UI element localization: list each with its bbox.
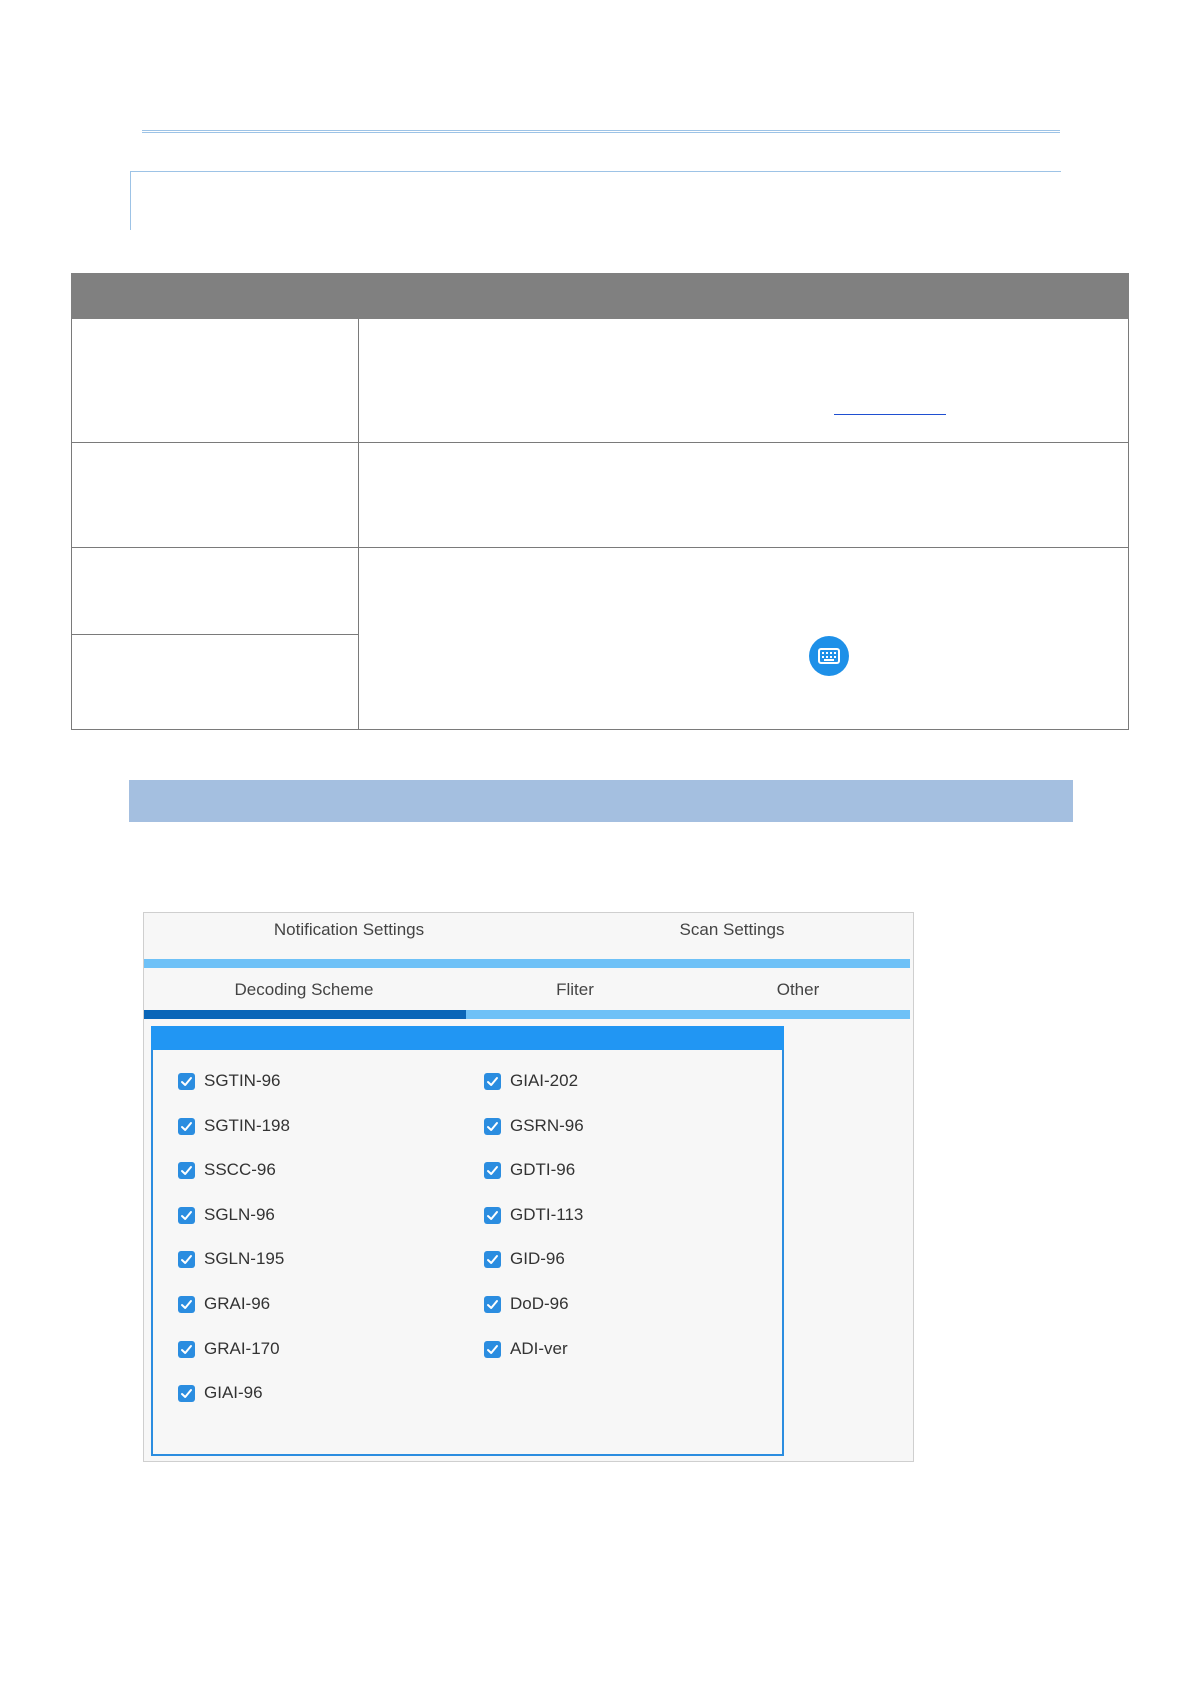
checkbox-checked-icon[interactable]: [484, 1161, 501, 1179]
scheme-label: GIAI-202: [510, 1071, 579, 1090]
checkbox-checked-icon[interactable]: [178, 1161, 195, 1179]
scheme-label: GRAI-170: [204, 1339, 280, 1358]
tab-filter[interactable]: Fliter: [464, 976, 686, 1006]
scheme-checkbox-row[interactable]: SGTIN-96: [178, 1069, 281, 1093]
tab-notification-settings[interactable]: Notification Settings: [144, 913, 554, 951]
scheme-label: SGLN-96: [204, 1205, 275, 1224]
scheme-label: GRAI-96: [204, 1294, 271, 1313]
scheme-checkbox-row[interactable]: GDTI-96: [484, 1158, 575, 1182]
table-column-divider: [358, 319, 359, 730]
checkbox-checked-icon[interactable]: [178, 1206, 195, 1224]
tab-other[interactable]: Other: [686, 976, 910, 1006]
checkbox-checked-icon[interactable]: [178, 1117, 195, 1135]
checkbox-checked-icon[interactable]: [484, 1206, 501, 1224]
scheme-checkbox-row[interactable]: GIAI-96: [178, 1381, 263, 1405]
checkbox-checked-icon[interactable]: [484, 1340, 501, 1358]
scheme-label: GDTI-96: [510, 1160, 576, 1179]
heading-box: [130, 171, 1061, 230]
spec-table: [71, 273, 1129, 730]
scheme-checkbox-row[interactable]: SSCC-96: [178, 1158, 276, 1182]
section-heading-bar: [129, 780, 1073, 822]
checkbox-checked-icon[interactable]: [178, 1384, 195, 1402]
checkbox-checked-icon[interactable]: [484, 1117, 501, 1135]
scheme-label: DoD-96: [510, 1294, 569, 1313]
table-row-divider: [72, 547, 1128, 548]
scheme-label: GID-96: [510, 1249, 565, 1268]
scheme-checkbox-row[interactable]: GSRN-96: [484, 1114, 584, 1138]
scheme-checkbox-row[interactable]: GDTI-113: [484, 1203, 583, 1227]
scheme-checkbox-row[interactable]: SGTIN-198: [178, 1114, 290, 1138]
scheme-label: GIAI-96: [204, 1383, 263, 1402]
scheme-label: SGLN-195: [204, 1249, 285, 1268]
top-tab-bar: Notification Settings Scan Settings: [144, 913, 913, 959]
scheme-checkbox-row[interactable]: SGLN-96: [178, 1203, 275, 1227]
checkbox-checked-icon[interactable]: [178, 1295, 195, 1313]
scheme-label: GDTI-113: [510, 1205, 584, 1224]
checkbox-checked-icon[interactable]: [484, 1295, 501, 1313]
app-screenshot: Notification Settings Scan Settings Deco…: [143, 912, 914, 1462]
scheme-checkbox-row[interactable]: GID-96: [484, 1247, 565, 1271]
scheme-label: ADI-ver: [510, 1339, 568, 1358]
link[interactable]: [834, 414, 946, 415]
checkbox-checked-icon[interactable]: [178, 1072, 195, 1090]
sub-tab-bar: Decoding Scheme Fliter Other: [144, 968, 913, 1010]
decoding-scheme-panel: SGTIN-96 SGTIN-198 SSCC-96 SGLN-96 SGLN-195 G…: [151, 1026, 784, 1456]
scheme-checkbox-row[interactable]: GIAI-202: [484, 1069, 578, 1093]
scheme-label: SGTIN-96: [204, 1071, 281, 1090]
active-tab-indicator: [144, 1010, 466, 1019]
panel-header: [151, 1026, 784, 1050]
scheme-checkbox-row[interactable]: GRAI-170: [178, 1337, 280, 1361]
scheme-checkbox-row[interactable]: ADI-ver: [484, 1337, 568, 1361]
keyboard-icon: [809, 636, 849, 676]
scheme-label: SSCC-96: [204, 1160, 276, 1179]
checkbox-checked-icon[interactable]: [484, 1072, 501, 1090]
page-header-rule: [142, 130, 1060, 133]
table-row-divider: [72, 442, 1128, 443]
scheme-label: GSRN-96: [510, 1116, 584, 1135]
scheme-checkbox-row[interactable]: DoD-96: [484, 1292, 569, 1316]
tab-decoding-scheme[interactable]: Decoding Scheme: [144, 976, 464, 1006]
scheme-label: SGTIN-198: [204, 1116, 290, 1135]
top-tab-underline: [144, 959, 910, 968]
checkbox-checked-icon[interactable]: [178, 1340, 195, 1358]
table-header-row: [71, 273, 1129, 319]
scheme-checkbox-row[interactable]: SGLN-195: [178, 1247, 284, 1271]
tab-scan-settings[interactable]: Scan Settings: [554, 913, 910, 951]
checkbox-checked-icon[interactable]: [178, 1250, 195, 1268]
checkbox-checked-icon[interactable]: [484, 1250, 501, 1268]
table-row-divider: [72, 634, 359, 635]
scheme-checkbox-row[interactable]: GRAI-96: [178, 1292, 270, 1316]
